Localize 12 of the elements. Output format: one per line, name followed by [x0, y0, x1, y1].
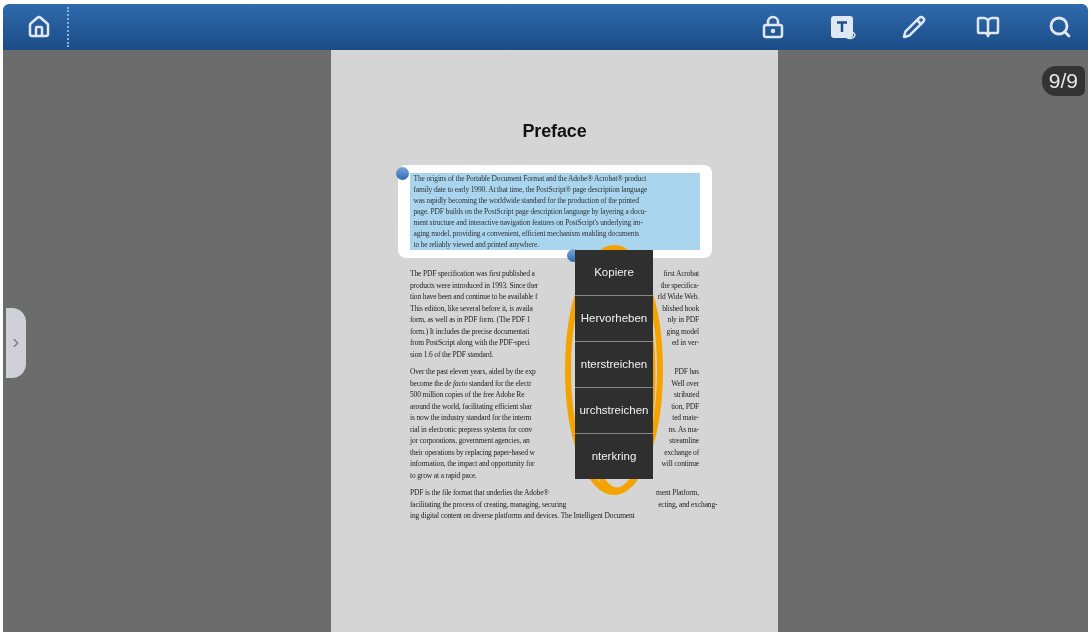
page-heading: Preface — [522, 120, 587, 143]
context-menu-item[interactable]: Kopiere — [575, 250, 653, 295]
page-counter: 9/9 — [1041, 66, 1085, 96]
pencil-icon[interactable] — [900, 13, 928, 41]
side-panel-tab[interactable] — [6, 308, 26, 378]
context-menu-item[interactable]: urchstreichen — [575, 388, 653, 433]
context-menu-item[interactable]: nterkring — [575, 434, 653, 479]
home-icon[interactable] — [27, 15, 51, 39]
text-view-icon[interactable] — [828, 13, 856, 41]
context-menu-item[interactable]: Hervorheben — [575, 296, 653, 341]
selection-start-handle[interactable] — [395, 167, 409, 180]
context-menu-item[interactable]: nterstreichen — [575, 342, 653, 387]
